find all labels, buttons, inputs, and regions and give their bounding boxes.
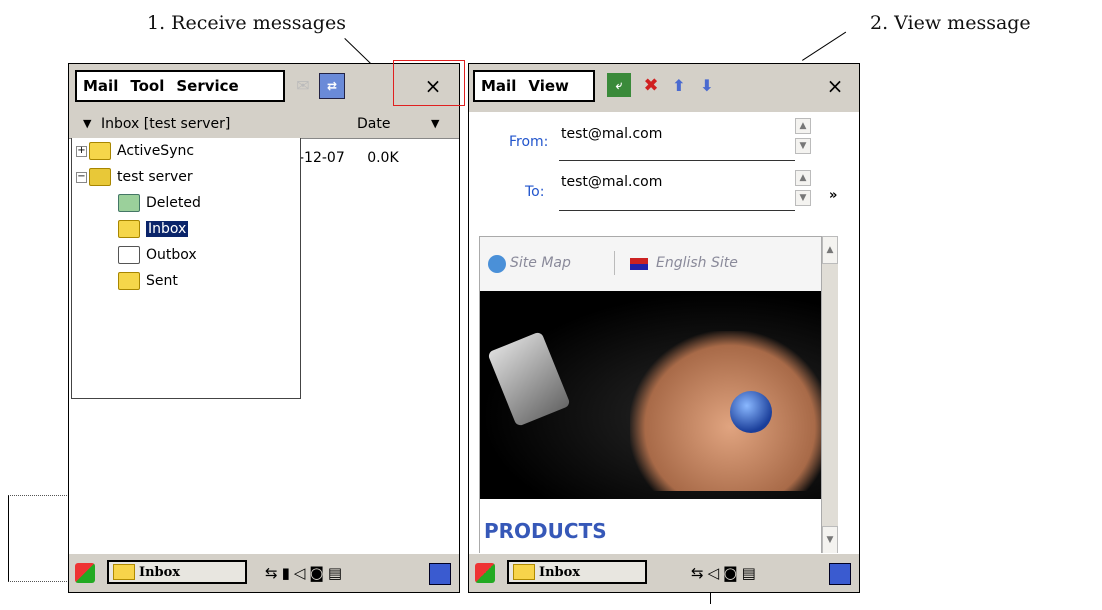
menu-service[interactable]: Service bbox=[170, 77, 244, 95]
next-message-icon[interactable]: ⬇ bbox=[695, 73, 719, 97]
reply-icon[interactable]: ⤶ bbox=[607, 73, 631, 97]
folder-selector[interactable]: Inbox [test server] bbox=[101, 116, 230, 132]
highlight-box bbox=[393, 60, 465, 106]
expand-icon[interactable]: + bbox=[76, 145, 87, 157]
site-nav: Site Map English Site bbox=[480, 237, 822, 291]
menu-tool[interactable]: Tool bbox=[124, 77, 170, 95]
inbox-icon bbox=[118, 220, 140, 238]
menu-group: Mail View bbox=[473, 70, 595, 102]
taskbar: Inbox ⇆▮◁◙▤ bbox=[69, 553, 459, 592]
products-heading: PRODUCTS bbox=[484, 519, 607, 543]
from-label: From: bbox=[509, 134, 549, 150]
tree-node-activesync[interactable]: + ActiveSync bbox=[76, 142, 194, 160]
pointer-line-view bbox=[802, 31, 847, 61]
message-header: From: test@mal.com ▲ ▼ To: test@mal.com … bbox=[469, 112, 859, 231]
site-map-icon bbox=[488, 255, 506, 273]
column-header: ▼ Inbox [test server] Date ▼ bbox=[69, 112, 459, 139]
scroll-up-icon[interactable]: ▲ bbox=[795, 170, 811, 186]
menu-mail[interactable]: Mail bbox=[77, 77, 124, 95]
close-button[interactable]: × bbox=[821, 72, 849, 100]
tree-label: Inbox bbox=[146, 221, 189, 237]
message-size: 0.0K bbox=[367, 150, 399, 166]
server-folder-icon bbox=[89, 168, 111, 186]
window-switch-icon[interactable] bbox=[429, 563, 451, 585]
site-map-link[interactable]: Site Map bbox=[510, 255, 571, 271]
body-frame: Site Map English Site PRODUCTS bbox=[479, 236, 823, 556]
caption-receive-messages: 1. Receive messages bbox=[147, 12, 346, 34]
sent-icon bbox=[118, 272, 140, 290]
to-label: To: bbox=[525, 184, 545, 200]
system-tray-icons[interactable]: ⇆◁◙▤ bbox=[691, 564, 760, 582]
scroll-down-icon[interactable]: ▼ bbox=[795, 138, 811, 154]
from-underline bbox=[559, 160, 795, 161]
start-icon[interactable] bbox=[75, 563, 95, 583]
taskbar-inbox-label: Inbox bbox=[139, 564, 181, 580]
taskbar: Inbox ⇆◁◙▤ bbox=[469, 553, 859, 592]
tree-label: Sent bbox=[146, 273, 178, 289]
tree-label: Outbox bbox=[146, 247, 197, 263]
delete-icon[interactable]: ✖ bbox=[639, 73, 663, 97]
tree-node-test-server[interactable]: − test server bbox=[76, 168, 193, 186]
tree-node-sent[interactable]: Sent bbox=[118, 272, 178, 290]
tree-label: test server bbox=[117, 169, 193, 185]
nav-divider bbox=[614, 251, 615, 275]
message-body: Site Map English Site PRODUCTS ▲ ▼ bbox=[469, 230, 859, 556]
trash-icon bbox=[118, 194, 140, 212]
scroll-up-icon[interactable]: ▲ bbox=[795, 118, 811, 134]
scroll-down-icon[interactable]: ▼ bbox=[795, 190, 811, 206]
window-switch-icon[interactable] bbox=[829, 563, 851, 585]
scroll-up-icon[interactable]: ▲ bbox=[822, 236, 838, 264]
envelope-icon bbox=[113, 564, 135, 580]
from-field[interactable]: test@mal.com bbox=[561, 126, 662, 142]
send-receive-icon[interactable]: ⇄ bbox=[319, 73, 345, 99]
from-scrollbar[interactable]: ▲ ▼ bbox=[795, 118, 811, 158]
english-site-link[interactable]: English Site bbox=[656, 255, 738, 271]
to-field[interactable]: test@mal.com bbox=[561, 174, 662, 190]
to-underline bbox=[559, 210, 795, 211]
sort-dropdown-icon[interactable]: ▼ bbox=[431, 117, 439, 130]
outbox-icon bbox=[118, 246, 140, 264]
to-scrollbar[interactable]: ▲ ▼ bbox=[795, 170, 811, 210]
collapse-icon[interactable]: − bbox=[76, 171, 87, 183]
body-scrollbar[interactable]: ▲ ▼ bbox=[821, 236, 838, 554]
product-image bbox=[480, 291, 822, 499]
system-tray-icons[interactable]: ⇆▮◁◙▤ bbox=[265, 564, 346, 582]
taskbar-inbox-label: Inbox bbox=[539, 564, 581, 580]
date-column-header[interactable]: Date bbox=[357, 116, 390, 132]
right-screen: Mail View ⤶ ✖ ⬆ ⬇ × From: test@mal.com ▲… bbox=[468, 63, 860, 593]
tree-node-inbox[interactable]: Inbox bbox=[118, 220, 189, 238]
caption-view-message: 2. View message bbox=[870, 12, 1031, 34]
hand-image bbox=[630, 331, 822, 491]
thumbnail-artifact bbox=[8, 495, 69, 582]
message-date: -12-07 bbox=[299, 150, 345, 166]
taskbar-inbox-button[interactable]: Inbox bbox=[507, 560, 647, 584]
new-message-icon[interactable]: ✉ bbox=[291, 73, 315, 97]
previous-message-icon[interactable]: ⬆ bbox=[667, 73, 691, 97]
folder-tree: + ActiveSync − test server Deleted Inbox… bbox=[71, 138, 301, 399]
menu-mail[interactable]: Mail bbox=[475, 77, 522, 95]
start-icon[interactable] bbox=[475, 563, 495, 583]
tree-label: ActiveSync bbox=[117, 143, 195, 159]
taskbar-inbox-button[interactable]: Inbox bbox=[107, 560, 247, 584]
folder-icon bbox=[89, 142, 111, 160]
pda-device bbox=[487, 331, 571, 427]
message-row[interactable]: -12-07 0.0K bbox=[299, 150, 399, 166]
tree-label: Deleted bbox=[146, 195, 201, 211]
menu-group: Mail Tool Service bbox=[75, 70, 285, 102]
folder-dropdown-icon[interactable]: ▼ bbox=[83, 117, 91, 130]
scroll-down-icon[interactable]: ▼ bbox=[822, 526, 838, 554]
menu-view[interactable]: View bbox=[522, 77, 575, 95]
tree-node-deleted[interactable]: Deleted bbox=[118, 194, 201, 212]
menu-bar: Mail View ⤶ ✖ ⬆ ⬇ × bbox=[469, 64, 859, 113]
expand-header-icon[interactable]: » bbox=[829, 188, 837, 203]
envelope-icon bbox=[513, 564, 535, 580]
left-screen: Mail Tool Service ✉ ⇄ × ▼ Inbox [test se… bbox=[68, 63, 460, 593]
tree-node-outbox[interactable]: Outbox bbox=[118, 246, 197, 264]
globe-image bbox=[730, 391, 772, 433]
flag-icon bbox=[630, 258, 648, 270]
